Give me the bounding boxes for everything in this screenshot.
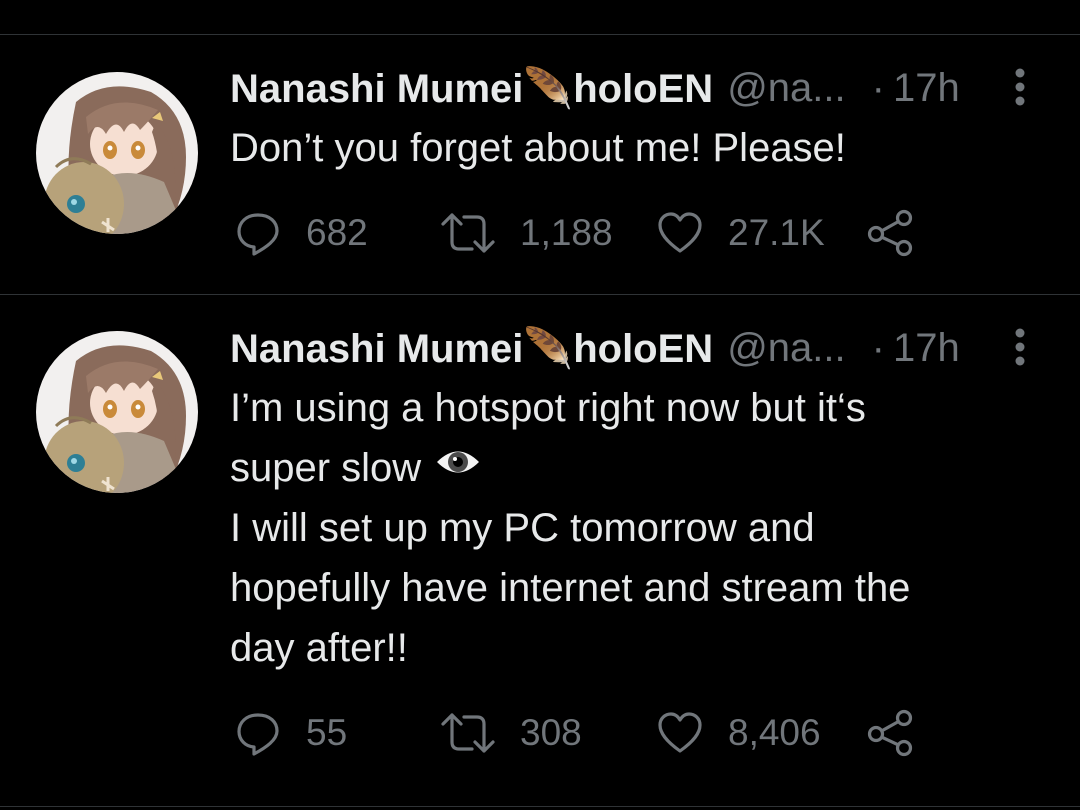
more-icon[interactable]: [1008, 326, 1032, 370]
timestamp[interactable]: 17h: [893, 326, 960, 371]
tweet-text-fragment: super slow: [230, 446, 422, 490]
author-name[interactable]: Nanashi Mumei🪶holoEN: [230, 325, 713, 372]
like-icon: [658, 712, 702, 753]
like-button[interactable]: 8,406: [656, 708, 821, 758]
tweet[interactable]: Nanashi Mumei🪶holoEN @na... · 17h I’m us…: [0, 0, 1080, 810]
separator-dot: ·: [871, 325, 885, 370]
reply-button[interactable]: 55: [234, 708, 347, 758]
tweet-text: I’m using a hotspot right now but it‘s s…: [230, 378, 1030, 678]
tweet-text-line: hopefully have internet and stream the: [230, 566, 911, 610]
retweet-count: 308: [520, 712, 582, 753]
like-count: 8,406: [728, 712, 821, 753]
share-icon: [867, 709, 913, 757]
reply-count: 55: [306, 712, 348, 753]
tweet-text-line: I will set up my PC tomorrow and: [230, 506, 815, 550]
tweet-header: Nanashi Mumei🪶holoEN @na... · 17h: [230, 324, 1040, 372]
eye-emoji: [435, 436, 481, 496]
author-handle[interactable]: @na...: [727, 326, 845, 371]
bottom-divider: [0, 806, 1080, 807]
share-button[interactable]: [866, 708, 916, 758]
tweet-text-line: day after!!: [230, 626, 408, 670]
tweet-text-line: I’m using a hotspot right now but it‘s: [230, 386, 866, 430]
tweet-text-line: super slow: [230, 438, 1030, 498]
avatar[interactable]: [36, 331, 198, 493]
retweet-button[interactable]: 308: [440, 708, 582, 758]
retweet-icon: [441, 713, 495, 753]
reply-icon: [237, 713, 279, 756]
